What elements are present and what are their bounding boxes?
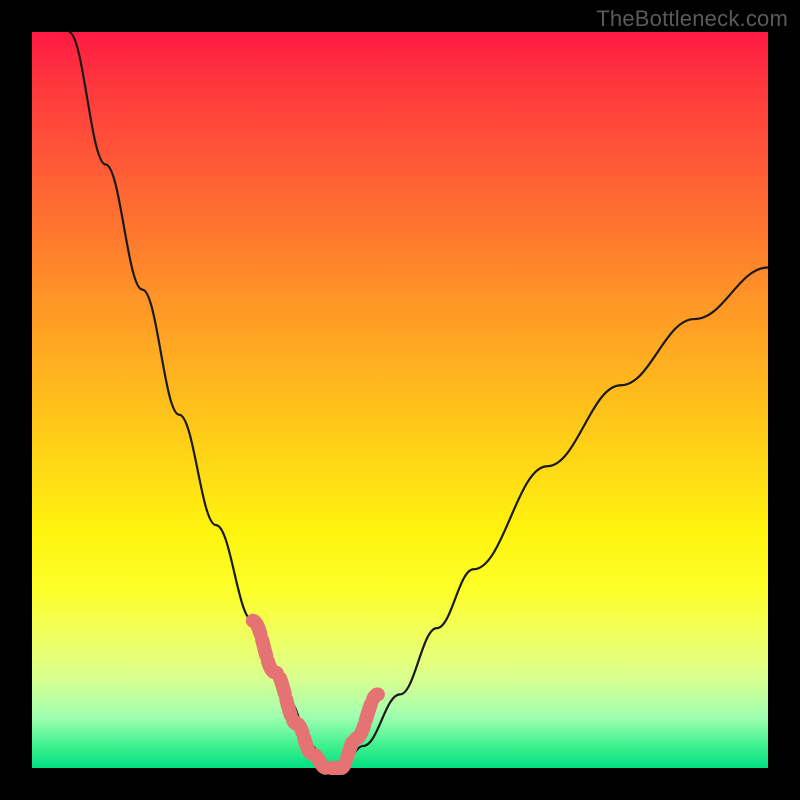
plot-gradient-background [32,32,768,768]
watermark-text: TheBottleneck.com [596,6,788,32]
